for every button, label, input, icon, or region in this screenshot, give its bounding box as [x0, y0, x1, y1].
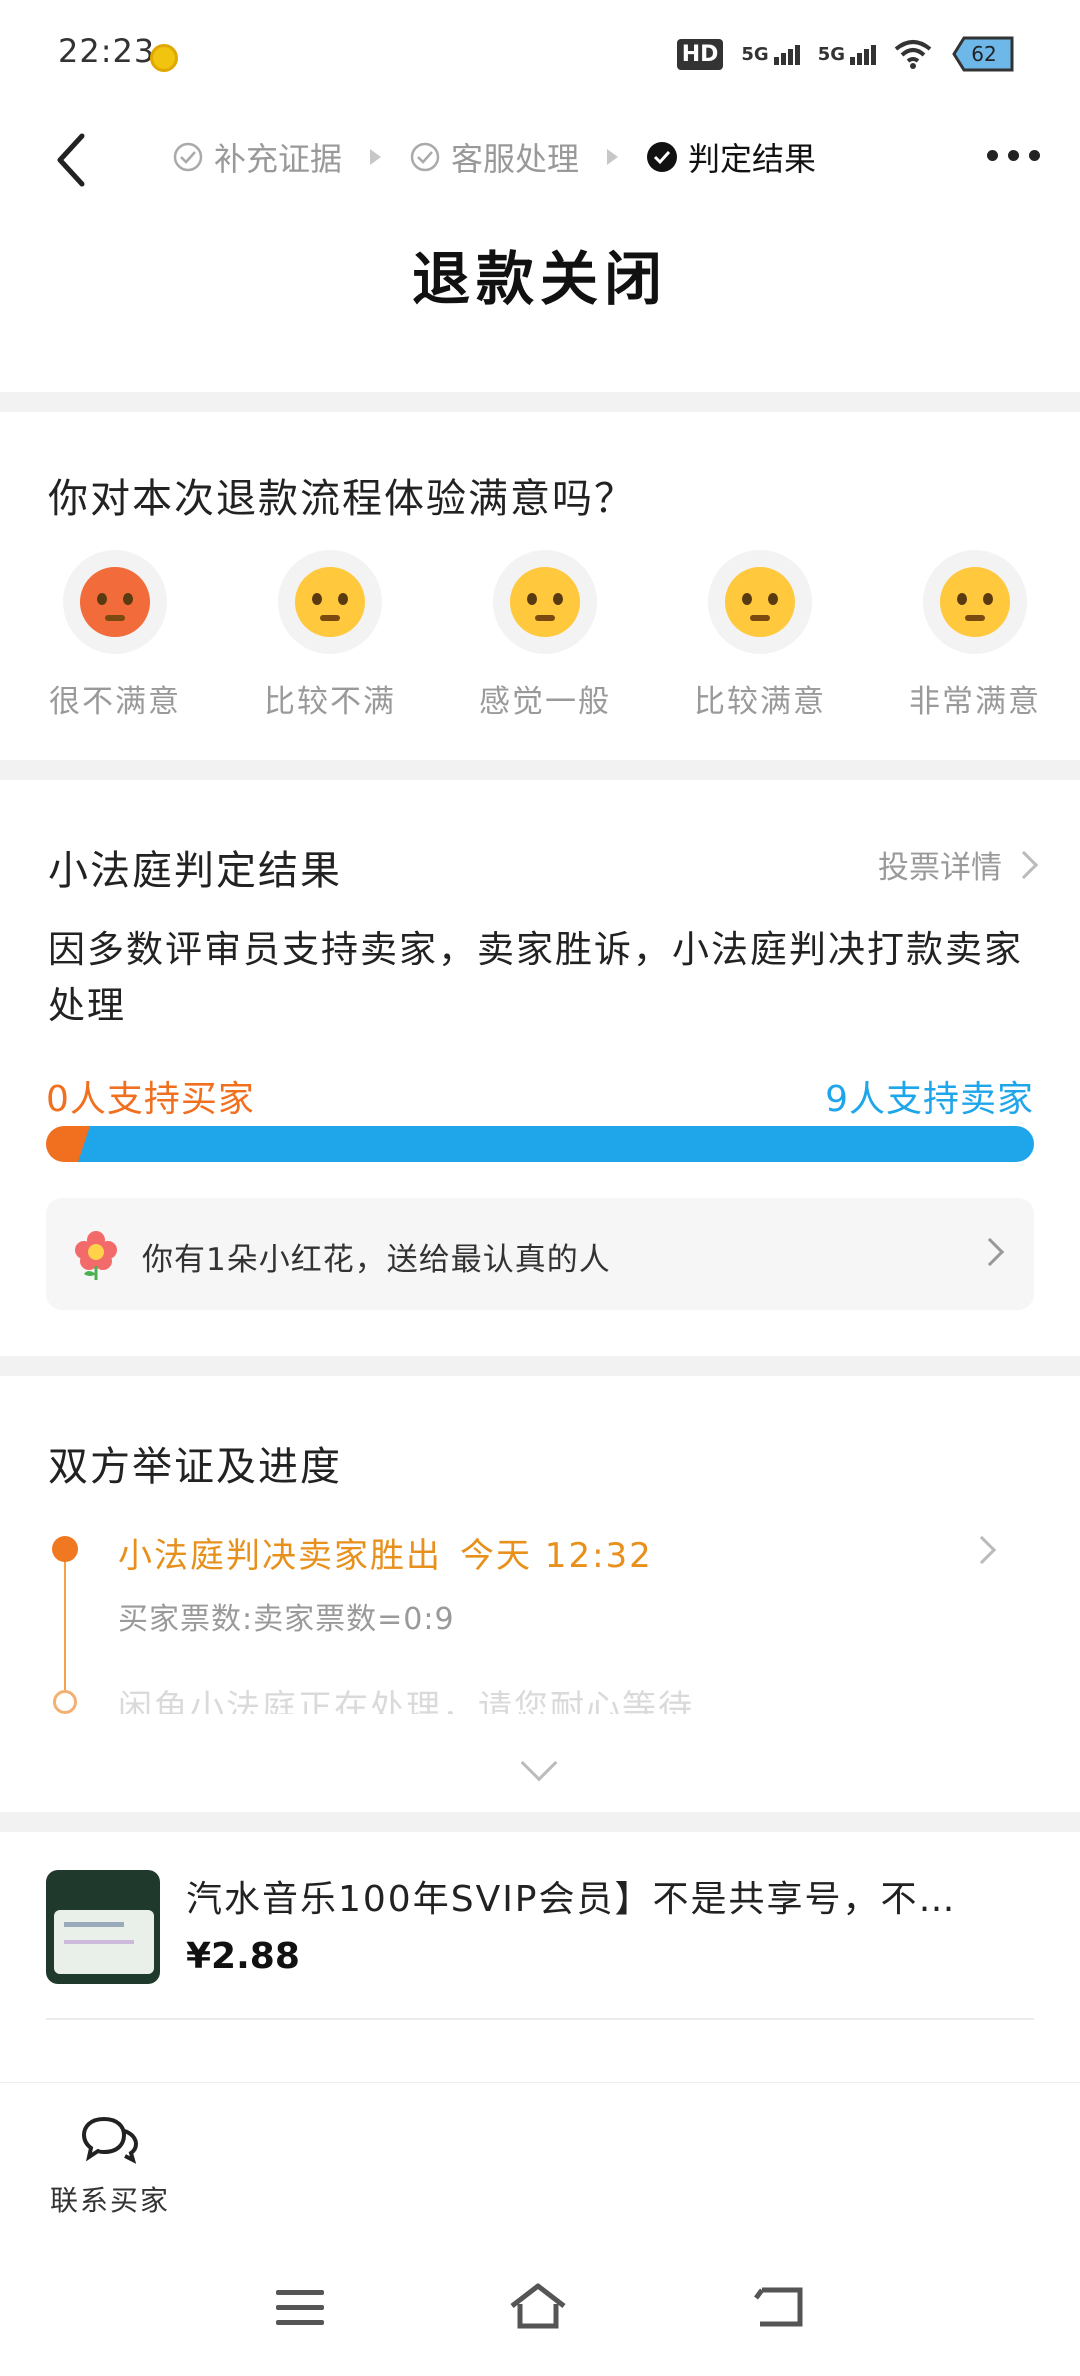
timeline-line: [64, 1560, 66, 1690]
vote-ratio-bar: [46, 1126, 1034, 1162]
satisfaction-question: 你对本次退款流程体验满意吗？: [48, 476, 636, 522]
more-icon[interactable]: [987, 150, 1040, 161]
product-title[interactable]: 汽水音乐100年SVIP会员】不是共享号，不…: [186, 1870, 957, 1922]
step-verdict-result: 判定结果: [646, 134, 816, 180]
verdict-section-title: 小法庭判定结果: [48, 848, 342, 894]
red-flower-banner[interactable]: 你有1朵小红花，送给最认真的人: [46, 1198, 1034, 1310]
step-progress: 补充证据 客服处理 判定结果: [172, 134, 816, 180]
hd-voice-icon: HD: [676, 38, 724, 70]
product-thumbnail[interactable]: [46, 1870, 160, 1984]
timeline-event-detail: 买家票数:卖家票数=0:9: [118, 1602, 455, 1637]
product-price: ¥2.88: [186, 1936, 300, 1977]
rating-neutral[interactable]: 感觉一般: [450, 550, 640, 721]
progress-section-title: 双方举证及进度: [48, 1444, 342, 1490]
back-arrow-icon[interactable]: [44, 128, 104, 188]
rating-somewhat-unsatisfied[interactable]: 比较不满: [235, 550, 425, 721]
timeline-event-title[interactable]: 小法庭判决卖家胜出 今天 12:32: [118, 1528, 653, 1577]
rating-very-satisfied[interactable]: 非常满意: [880, 550, 1070, 721]
section-divider: [0, 1356, 1080, 1376]
menu-icon[interactable]: [276, 2290, 324, 2335]
chevron-right-icon: [975, 1237, 1005, 1267]
kissing-face-icon: [940, 567, 1010, 637]
battery-icon: 62: [950, 34, 1018, 74]
bottom-action-bar: 联系买家: [0, 2082, 1080, 2254]
angry-face-icon: [80, 567, 150, 637]
timeline-dot: [53, 1690, 77, 1714]
wifi-icon: [894, 40, 932, 69]
red-flower-text: 你有1朵小红花，送给最认真的人: [142, 1242, 611, 1278]
neutral-face-icon: [510, 567, 580, 637]
timeline-event-title: 闲鱼小法庭正在处理，请您耐心等待: [118, 1688, 694, 1714]
step-arrow-icon: [370, 149, 382, 165]
shy-face-icon: [725, 567, 795, 637]
vote-details-link[interactable]: 投票详情: [878, 842, 1039, 887]
refund-result-page: 22:23 HD 5G 5G 62 补充证据 客服处理 判定结果 退款关闭 你对…: [0, 0, 1080, 2376]
seller-votes-label: 9人支持卖家: [825, 1079, 1034, 1120]
signal-icon: 5G: [818, 44, 876, 65]
notification-coin-icon: [150, 44, 178, 72]
status-bar: 22:23 HD 5G 5G 62: [0, 0, 1080, 110]
timeline-dot: [52, 1536, 78, 1562]
divider: [46, 2018, 1034, 2020]
step-customer-service: 客服处理: [409, 134, 579, 180]
rating-somewhat-satisfied[interactable]: 比较满意: [665, 550, 855, 721]
system-navigation-bar: [0, 2254, 1080, 2376]
check-circle-filled-icon: [647, 142, 678, 172]
chat-bubble-icon: [81, 2116, 139, 2164]
status-time: 22:23: [58, 32, 156, 70]
red-flower-icon: [75, 1231, 117, 1280]
signal-icon: 5G: [741, 44, 800, 65]
rating-very-unsatisfied[interactable]: 很不满意: [20, 550, 210, 721]
home-icon[interactable]: [508, 2282, 568, 2332]
buyer-votes-label: 0人支持买家: [46, 1079, 255, 1120]
expand-chevron-icon[interactable]: [520, 1744, 558, 1782]
check-circle-icon: [410, 142, 440, 172]
seller-vote-segment: [72, 1126, 1034, 1162]
contact-buyer-button[interactable]: 联系买家: [40, 2113, 180, 2219]
step-supplement-evidence: 补充证据: [172, 134, 342, 180]
back-nav-icon[interactable]: [752, 2282, 808, 2332]
nav-bar: 补充证据 客服处理 判定结果: [0, 120, 1080, 200]
chevron-right-icon[interactable]: [967, 1535, 997, 1565]
section-divider: [0, 392, 1080, 412]
chevron-right-icon: [1009, 850, 1039, 879]
page-title: 退款关闭: [411, 245, 668, 313]
unamused-face-icon: [295, 567, 365, 637]
check-circle-icon: [173, 142, 203, 172]
step-arrow-icon: [607, 149, 619, 165]
section-divider: [0, 760, 1080, 780]
verdict-text: 因多数评审员支持卖家，卖家胜诉，小法庭判决打款卖家处理: [48, 928, 1023, 1027]
section-divider: [0, 1812, 1080, 1832]
satisfaction-options: 很不满意 比较不满 感觉一般 比较满意 非常满意: [0, 550, 1080, 720]
